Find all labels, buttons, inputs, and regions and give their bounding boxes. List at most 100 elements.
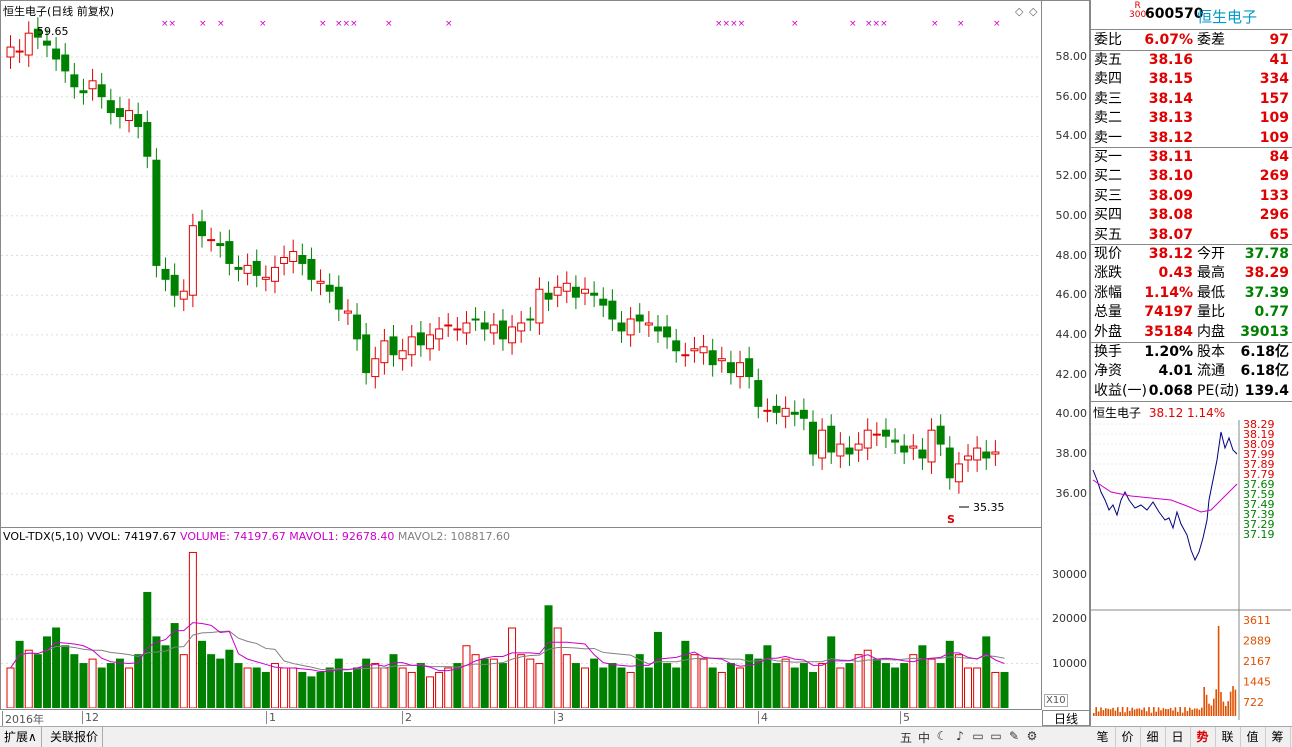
tool-icon[interactable]: ▭ (970, 729, 986, 743)
signal-marker: × (993, 19, 1001, 29)
candle (973, 436, 982, 472)
candle (289, 239, 298, 274)
intraday-vol-bar (1227, 701, 1229, 716)
expand-tab[interactable]: 扩展∧ (0, 727, 42, 747)
signal-marker: × (259, 19, 267, 29)
volume-bar (590, 658, 599, 708)
date-label: 12 (82, 711, 99, 724)
candle (863, 418, 872, 460)
volume-bar (471, 654, 480, 708)
tool-icon[interactable]: ♪ (952, 729, 968, 743)
candle (690, 336, 699, 363)
period-button[interactable]: 日线 (1042, 710, 1090, 726)
right-tab[interactable]: 筹 (1265, 727, 1291, 747)
volume-bar (106, 663, 115, 708)
high-price-label: 59.65 (37, 25, 69, 38)
right-tab[interactable]: 笔 (1090, 727, 1116, 747)
tool-icon[interactable]: ⚙ (1024, 729, 1040, 743)
right-tab[interactable]: 联 (1215, 727, 1241, 747)
price-tick: 48.00 (1055, 248, 1088, 262)
volume-bar (416, 663, 425, 708)
signal-marker: × (445, 19, 453, 29)
intraday-vol-bar (1155, 711, 1157, 716)
volume-bar (945, 640, 954, 708)
volume-bar (498, 663, 507, 708)
tool-icon[interactable]: 中 (916, 729, 932, 746)
volume-bar (234, 663, 243, 708)
order-volume: 269 (1259, 168, 1289, 185)
order-price: 38.13 (1148, 110, 1193, 127)
volume-chart[interactable]: VOL-TDX(5,10) VVOL: 74197.67 VOLUME: 741… (0, 528, 1042, 710)
candle (590, 281, 599, 308)
intraday-vol-bar (1095, 707, 1097, 716)
diamond-icon[interactable]: ◇ (1015, 5, 1023, 18)
date-label: 5 (900, 711, 910, 724)
intraday-vol-bar (1201, 707, 1203, 716)
candle (626, 307, 635, 347)
intraday-vol-bar (1172, 710, 1174, 716)
order-label: 买五 (1094, 226, 1122, 243)
related-quotes-tab[interactable]: 关联报价 (46, 727, 104, 747)
volume-bar (508, 627, 517, 708)
candle (398, 338, 407, 371)
candle (125, 98, 134, 133)
intraday-vol-bar (1220, 692, 1222, 716)
order-label: 卖三 (1094, 90, 1122, 107)
intraday-vol-bar (1112, 707, 1114, 716)
volume-bar (909, 654, 918, 708)
intraday-vol-bar (1232, 686, 1234, 716)
intraday-vol-bar (1222, 701, 1225, 716)
tool-icon[interactable]: ✎ (1006, 729, 1022, 743)
candle (872, 422, 881, 447)
candle (198, 209, 207, 248)
diamond-icon[interactable]: ◇ (1029, 5, 1037, 18)
intraday-vol-bar (1129, 710, 1131, 716)
right-tab[interactable]: 值 (1240, 727, 1266, 747)
volume-bar (15, 640, 24, 708)
volume-bar (799, 663, 808, 708)
signal-marker: × (217, 19, 225, 29)
candle (644, 311, 653, 337)
right-tab[interactable]: 价 (1115, 727, 1141, 747)
tool-icon[interactable]: ☾ (934, 729, 950, 743)
right-tab[interactable]: 势 (1190, 727, 1216, 747)
right-tab[interactable]: 日 (1165, 727, 1191, 747)
stat-value: 0.77 (1254, 304, 1289, 321)
volume-bar (690, 654, 699, 708)
order-row: 买四 38.08 296 (1093, 206, 1291, 225)
stat-label: 涨幅 (1094, 284, 1122, 301)
order-row: 买一 38.11 84 (1093, 148, 1291, 167)
volume-bar (435, 671, 444, 708)
volume-bar (143, 591, 152, 708)
tool-icon[interactable]: 五 (898, 729, 914, 746)
price-axis: 58.00 56.00 54.00 52.00 50.00 48.00 46.00 44.00… (1042, 0, 1090, 528)
volume-bar (964, 667, 973, 708)
fund-value: 6.18亿 (1240, 363, 1289, 380)
candle (535, 277, 544, 335)
candle (945, 436, 954, 490)
order-volume: 84 (1269, 149, 1289, 165)
intraday-vol-bar (1105, 708, 1107, 716)
order-price: 38.15 (1148, 71, 1193, 88)
order-label: 卖二 (1094, 110, 1122, 127)
intraday-vol-bar (1217, 626, 1220, 716)
intraday-vol-bar (1229, 691, 1232, 716)
candle (298, 243, 307, 276)
kline-chart[interactable]: 恒生电子(日线 前复权) ×× × × × × ××× × × ×××× × × ××× × × × 59.… (0, 0, 1042, 528)
intraday-vol-bar (1126, 707, 1129, 716)
right-tab[interactable]: 细 (1140, 727, 1166, 747)
stat-value: 35184 (1144, 323, 1193, 340)
order-row: 卖三 38.14 157 (1093, 90, 1291, 109)
intraday-vol-bar (1102, 710, 1105, 716)
intraday-pct: 1.14% (1187, 406, 1226, 420)
tool-icon[interactable]: ▭ (988, 729, 1004, 743)
intraday-vol-bar (1097, 711, 1100, 716)
intraday-chart[interactable]: 38.2938.1938.0937.9937.8937.7937.6937.59… (1091, 420, 1291, 726)
stat-value: 37.39 (1244, 284, 1289, 301)
intraday-vol-bar (1124, 712, 1126, 716)
candle (699, 334, 708, 365)
order-volume: 157 (1259, 90, 1289, 107)
candle (754, 368, 763, 419)
stat-label: 涨跌 (1094, 265, 1122, 282)
candle (462, 311, 471, 345)
